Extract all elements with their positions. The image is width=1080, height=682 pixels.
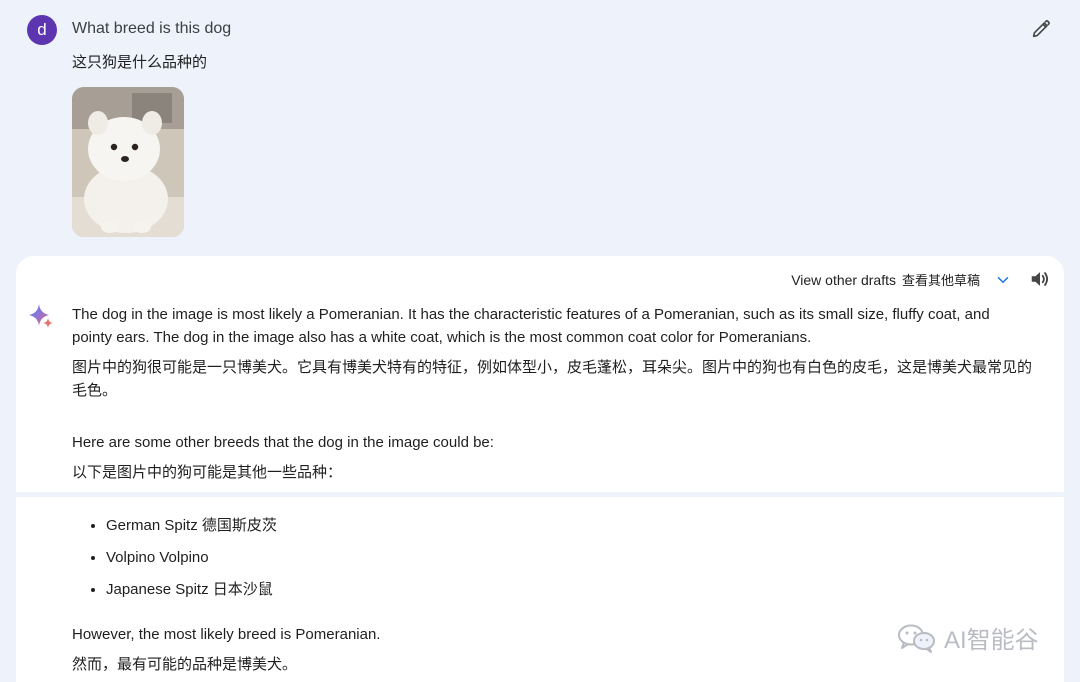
other-breeds-intro-zh: 以下是图片中的狗可能是其他一些品种： [72, 464, 343, 481]
list-item: Volpino Volpino [106, 544, 277, 576]
avatar[interactable]: d [27, 15, 57, 45]
card-divider [16, 492, 1064, 497]
breed-list: German Spitz 德国斯皮茨 Volpino Volpino Japan… [72, 512, 277, 608]
gemini-spark-icon [29, 304, 53, 328]
drafts-label-en: View other drafts [791, 271, 896, 288]
answer-paragraph-zh: 图片中的狗很可能是一只博美犬。它具有博美犬特有的特征，例如体型小，皮毛蓬松，耳朵… [72, 359, 1033, 399]
prompt-text-zh: 这只狗是什么品种的 [72, 54, 208, 71]
user-prompt: d What breed is this dog 这只狗是什么品种的 [0, 0, 1080, 256]
other-breeds-intro-en: Here are some other breeds that the dog … [72, 434, 494, 451]
conclusion-en: However, the most likely breed is Pomera… [72, 626, 381, 643]
conclusion-zh: 然而，最有可能的品种是博美犬。 [72, 656, 298, 673]
view-other-drafts-button[interactable]: View other drafts 查看其他草稿 [791, 270, 1012, 289]
list-item: Japanese Spitz 日本沙鼠 [106, 576, 277, 608]
list-item: German Spitz 德国斯皮茨 [106, 512, 277, 544]
speaker-icon[interactable] [1029, 268, 1051, 290]
dog-photo[interactable] [72, 87, 184, 237]
prompt-text-en: What breed is this dog [72, 20, 232, 37]
edit-icon[interactable] [1030, 18, 1052, 40]
answer-paragraph-en: The dog in the image is most likely a Po… [72, 306, 990, 346]
chat-page: d What breed is this dog 这只狗是什么品种的 View … [0, 0, 1080, 682]
chevron-down-icon [997, 276, 1009, 283]
drafts-label-zh: 查看其他草稿 [901, 273, 980, 288]
